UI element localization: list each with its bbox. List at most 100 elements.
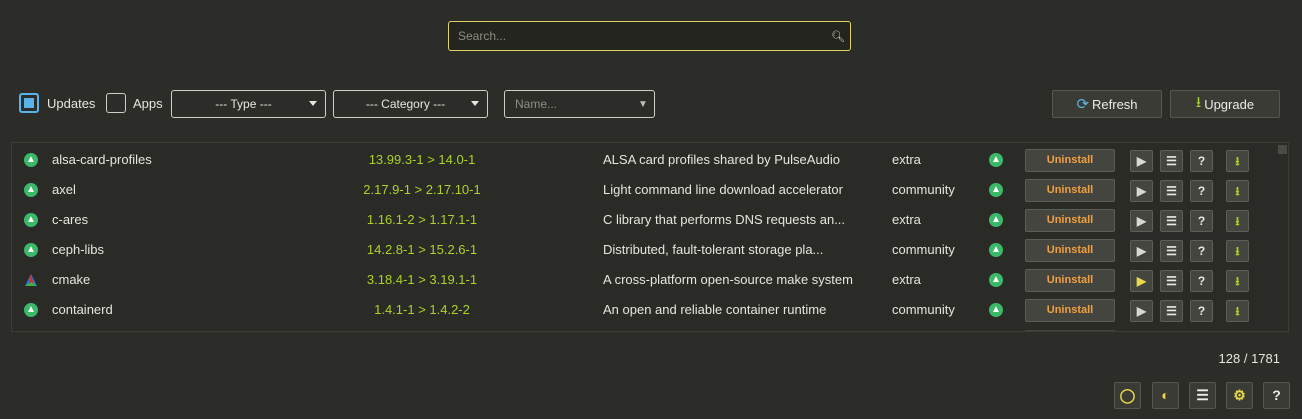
search-box[interactable]: 🔍︎ bbox=[448, 21, 851, 51]
table-row[interactable]: cmake 3.18.4-1 > 3.19.1-1 A cross-platform… bbox=[12, 265, 1278, 295]
help-icon[interactable]: ? bbox=[1190, 270, 1213, 292]
scrollbar[interactable] bbox=[1277, 143, 1288, 331]
refresh-button[interactable]: ⟳ Refresh bbox=[1052, 90, 1162, 118]
download-icon[interactable]: ⭳ bbox=[1226, 240, 1249, 262]
palette-icon: ◐ bbox=[1161, 387, 1170, 403]
chevron-down-icon bbox=[309, 101, 317, 106]
refresh-icon: ⟳ bbox=[1076, 96, 1090, 113]
package-version: 13.99.3-1 > 14.0-1 bbox=[368, 152, 476, 167]
help-icon[interactable]: ? bbox=[1190, 300, 1213, 322]
run-icon[interactable]: ▶ bbox=[1130, 240, 1153, 262]
upgrade-label: Upgrade bbox=[1204, 96, 1255, 112]
name-filter-input[interactable] bbox=[505, 96, 632, 112]
package-repository: extra bbox=[892, 272, 921, 287]
help-icon[interactable]: ? bbox=[1190, 180, 1213, 202]
partial-row bbox=[1025, 330, 1115, 331]
uninstall-button[interactable]: Uninstall bbox=[1025, 209, 1115, 232]
lightbulb-icon: ◯ bbox=[1119, 387, 1136, 403]
suggestions-button[interactable]: ◯ bbox=[1114, 382, 1141, 409]
arch-icon: ▲ bbox=[989, 243, 1003, 257]
package-version: 14.2.8-1 > 15.2.6-1 bbox=[366, 242, 478, 257]
package-repository: community bbox=[892, 302, 955, 317]
arch-icon: ▲ bbox=[24, 213, 38, 227]
package-name: containerd bbox=[52, 302, 113, 317]
help-icon[interactable]: ? bbox=[1190, 210, 1213, 232]
package-description: ALSA card profiles shared by PulseAudio bbox=[603, 152, 841, 167]
table-row[interactable]: ▲ axel 2.17.9-1 > 2.17.10-1 Light command l… bbox=[12, 175, 1278, 205]
run-icon[interactable]: ▶ bbox=[1130, 150, 1153, 172]
uninstall-button[interactable]: Uninstall bbox=[1025, 149, 1115, 172]
run-icon[interactable]: ▶ bbox=[1130, 300, 1153, 322]
upgrade-button[interactable]: ⭳ Upgrade bbox=[1170, 90, 1280, 118]
table-row[interactable]: ▲ ceph-libs 14.2.8-1 > 15.2.6-1 Distributed… bbox=[12, 235, 1278, 265]
uninstall-button[interactable]: Uninstall bbox=[1025, 239, 1115, 262]
package-count: 128 / 1781 bbox=[1218, 351, 1280, 366]
menu-icon: ☰ bbox=[1196, 387, 1209, 403]
table-row[interactable]: ▲ containerd 1.4.1-1 > 1.4.2-2 An open and … bbox=[12, 295, 1278, 325]
uninstall-button[interactable]: Uninstall bbox=[1025, 269, 1115, 292]
download-icon[interactable]: ⭳ bbox=[1226, 210, 1249, 232]
category-dropdown[interactable]: --- Category --- bbox=[333, 90, 488, 118]
package-description: A cross-platform open-source make system bbox=[603, 272, 853, 287]
package-version: 1.16.1-2 > 1.17.1-1 bbox=[366, 212, 478, 227]
apps-label: Apps bbox=[133, 96, 163, 111]
gear-icon: ⚙ bbox=[1233, 387, 1246, 403]
apps-checkbox[interactable] bbox=[106, 93, 126, 113]
help-icon: ? bbox=[1272, 387, 1281, 403]
run-icon[interactable]: ▶ bbox=[1130, 270, 1153, 292]
uninstall-button[interactable]: Uninstall bbox=[1025, 299, 1115, 322]
arch-icon: ▲ bbox=[989, 273, 1003, 287]
package-description: Distributed, fault-tolerant storage pla.… bbox=[603, 242, 824, 257]
info-list-icon[interactable]: ☰ bbox=[1160, 150, 1183, 172]
download-icon[interactable]: ⭳ bbox=[1226, 270, 1249, 292]
package-description: Light command line download accelerator bbox=[603, 182, 843, 197]
package-name: alsa-card-profiles bbox=[52, 152, 152, 167]
package-repository: community bbox=[892, 242, 955, 257]
table-row[interactable]: ▲ c-ares 1.16.1-2 > 1.17.1-1 C library that… bbox=[12, 205, 1278, 235]
run-icon[interactable]: ▶ bbox=[1130, 210, 1153, 232]
type-dropdown-value: --- Type --- bbox=[215, 97, 272, 111]
name-filter-box[interactable]: ▼ bbox=[504, 90, 655, 118]
help-icon[interactable]: ? bbox=[1190, 240, 1213, 262]
info-list-icon[interactable]: ☰ bbox=[1160, 240, 1183, 262]
info-list-icon[interactable]: ☰ bbox=[1160, 180, 1183, 202]
settings-button[interactable]: ⚙ bbox=[1226, 382, 1253, 409]
search-input[interactable] bbox=[449, 21, 826, 51]
menu-button[interactable]: ☰ bbox=[1189, 382, 1216, 409]
arch-icon: ▲ bbox=[989, 303, 1003, 317]
arch-icon: ▲ bbox=[24, 243, 38, 257]
package-version: 2.17.9-1 > 2.17.10-1 bbox=[363, 182, 481, 197]
package-name: cmake bbox=[52, 272, 91, 287]
package-version: 3.18.4-1 > 3.19.1-1 bbox=[366, 272, 478, 287]
info-list-icon[interactable]: ☰ bbox=[1160, 300, 1183, 322]
package-description: An open and reliable container runtime bbox=[603, 302, 827, 317]
arch-icon: ▲ bbox=[24, 303, 38, 317]
package-version: 1.4.1-1 > 1.4.2-2 bbox=[374, 302, 470, 317]
package-description: C library that performs DNS requests an.… bbox=[603, 212, 846, 227]
package-repository: extra bbox=[892, 212, 921, 227]
download-icon[interactable]: ⭳ bbox=[1226, 180, 1249, 202]
download-icon[interactable]: ⭳ bbox=[1226, 150, 1249, 172]
run-icon[interactable]: ▶ bbox=[1130, 180, 1153, 202]
updates-label: Updates bbox=[47, 96, 96, 111]
scrollbar-thumb[interactable] bbox=[1278, 145, 1287, 154]
chevron-down-icon bbox=[471, 101, 479, 106]
arch-icon: ▲ bbox=[989, 213, 1003, 227]
info-list-icon[interactable]: ☰ bbox=[1160, 270, 1183, 292]
type-dropdown[interactable]: --- Type --- bbox=[171, 90, 326, 118]
table-row[interactable]: ▲ alsa-card-profiles 13.99.3-1 > 14.0-1 ALS… bbox=[12, 145, 1278, 175]
package-repository: community bbox=[892, 182, 955, 197]
help-icon[interactable]: ? bbox=[1190, 150, 1213, 172]
arch-icon: ▲ bbox=[24, 183, 38, 197]
search-icon[interactable]: 🔍︎ bbox=[826, 30, 850, 43]
download-icon: ⭳ bbox=[1195, 93, 1202, 111]
uninstall-button[interactable]: Uninstall bbox=[1025, 179, 1115, 202]
updates-checkbox[interactable] bbox=[19, 93, 39, 113]
package-name: c-ares bbox=[52, 212, 89, 227]
info-list-icon[interactable]: ☰ bbox=[1160, 210, 1183, 232]
download-icon[interactable]: ⭳ bbox=[1226, 300, 1249, 322]
help-button[interactable]: ? bbox=[1263, 382, 1290, 409]
themes-button[interactable]: ◐ bbox=[1152, 382, 1179, 409]
package-name: axel bbox=[52, 182, 76, 197]
filter-icon: ▼ bbox=[638, 98, 648, 110]
